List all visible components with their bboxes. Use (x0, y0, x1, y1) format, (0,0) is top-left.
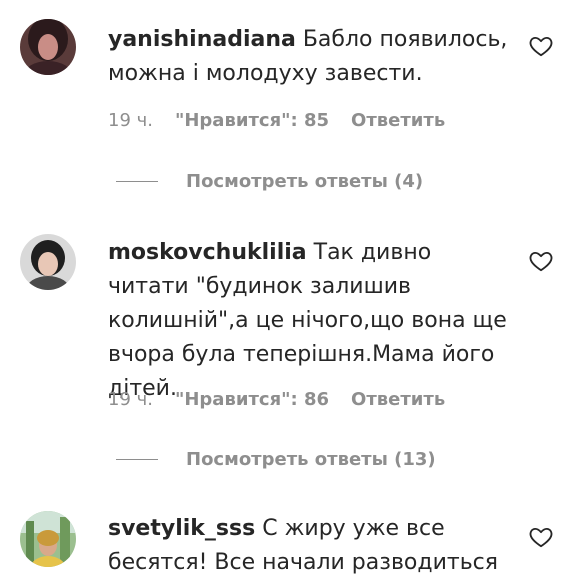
comment-time: 19 ч. (108, 389, 153, 410)
heart-outline-icon[interactable] (528, 33, 554, 59)
username[interactable]: svetylik_sss (108, 516, 255, 541)
username[interactable]: yanishinadiana (108, 27, 296, 52)
heart-outline-icon[interactable] (528, 248, 554, 274)
view-replies-label: Посмотреть ответы (13) (186, 449, 436, 470)
view-replies-label: Посмотреть ответы (4) (186, 171, 424, 192)
comment-time: 19 ч. (108, 110, 153, 131)
reply-button[interactable]: Ответить (351, 389, 445, 410)
avatar[interactable] (20, 19, 76, 75)
divider-line (116, 459, 158, 460)
likes-count[interactable]: "Нравится": 86 (175, 389, 329, 410)
divider-line (116, 181, 158, 182)
avatar[interactable] (20, 234, 76, 290)
heart-outline-icon[interactable] (528, 524, 554, 550)
likes-count[interactable]: "Нравится": 85 (175, 110, 329, 131)
reply-button[interactable]: Ответить (351, 110, 445, 131)
view-replies-button[interactable]: Посмотреть ответы (13) (116, 449, 436, 470)
view-replies-button[interactable]: Посмотреть ответы (4) (116, 171, 423, 192)
avatar[interactable] (20, 511, 76, 567)
username[interactable]: moskovchuklilia (108, 240, 307, 265)
